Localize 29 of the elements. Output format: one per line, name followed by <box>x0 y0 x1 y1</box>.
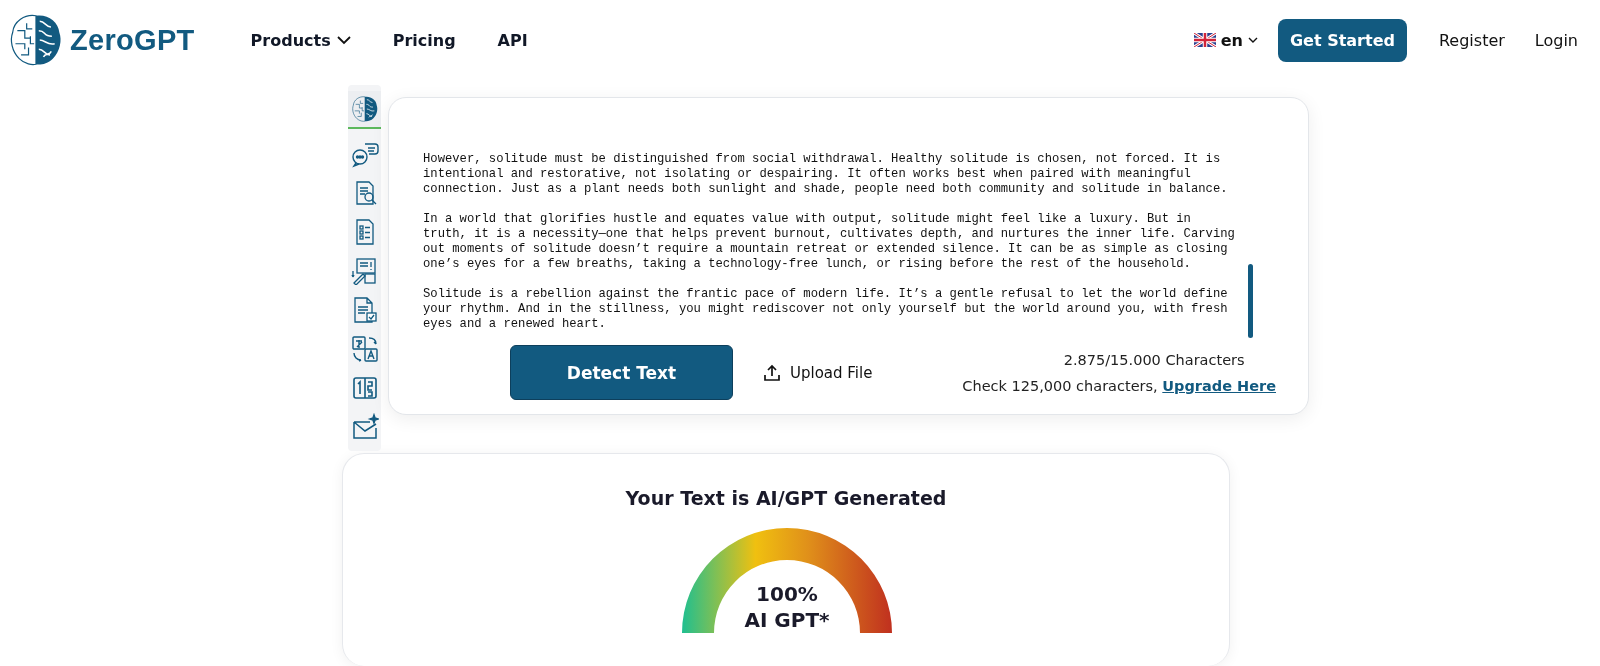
brain-icon <box>350 95 379 123</box>
language-selector[interactable]: en <box>1193 30 1258 50</box>
upgrade-link[interactable]: Upgrade Here <box>1162 377 1276 394</box>
detect-text-button[interactable]: Detect Text <box>510 345 733 400</box>
score-percent: 100% <box>755 581 819 607</box>
mail-sparkle-icon <box>350 412 379 441</box>
login-link[interactable]: Login <box>1534 30 1578 50</box>
nav-dropdown[interactable]: Products <box>250 30 351 50</box>
flag-icon <box>1193 33 1216 47</box>
input-paragraph[interactable]: Solitude is a rebellion against the frantic pace of modern life. It’s a gentle refusal to let the world define your rhythm. And in the stillness, you might rediscover not only yourself but the world around you, with fresh eyes and a renewed heart. <box>423 287 1235 332</box>
input-paragraph[interactable]: However, solitude must be distinguished from social withdrawal. Healthy solitude is chosen, not forced. It is intentional and restorative, not isolating or despairing. It often works best when paired with meaningful connection. Just as a plant needs both sunlight and shade, people need both community and solitude in balance. <box>423 152 1235 197</box>
get-started-button[interactable]: Get Started <box>1277 18 1407 62</box>
upload-file-button[interactable]: Upload File <box>763 363 873 382</box>
input-paragraph[interactable]: In a world that glorifies hustle and equates value with output, solitude might feel like a luxury. But in truth, it is a necessity—one that helps prevent burnout, cultivates depth, and nurtures the inner life. Carving out moments of solitude doesn’t require a mountain retreat or extended silence. It can be as simple as closing one’s eyes for a few breaths, taking a technology-free lunch, or rising before the rest of the household. <box>423 212 1235 272</box>
translate-icon <box>350 334 379 363</box>
register-link[interactable]: Register <box>1438 30 1505 50</box>
score-label: AI GPT* <box>743 607 831 633</box>
upgrade-note: Check 125,000 characters, Upgrade Here <box>962 377 1276 394</box>
nav-link[interactable]: Pricing <box>392 30 456 50</box>
document-compare-icon <box>350 256 379 285</box>
nav-link[interactable]: API <box>497 30 528 50</box>
scrollbar-thumb[interactable] <box>1248 264 1253 338</box>
tool-tab[interactable] <box>348 91 381 129</box>
result-heading: Your Text is AI/GPT Generated <box>624 487 948 509</box>
upload-icon <box>763 363 781 382</box>
character-count: 2.875/15.000 Characters <box>1062 350 1246 370</box>
chevron-down-icon <box>336 35 351 45</box>
chevron-down-icon <box>1247 36 1258 44</box>
logo-wordmark[interactable]: ZeroGPT <box>70 23 195 57</box>
